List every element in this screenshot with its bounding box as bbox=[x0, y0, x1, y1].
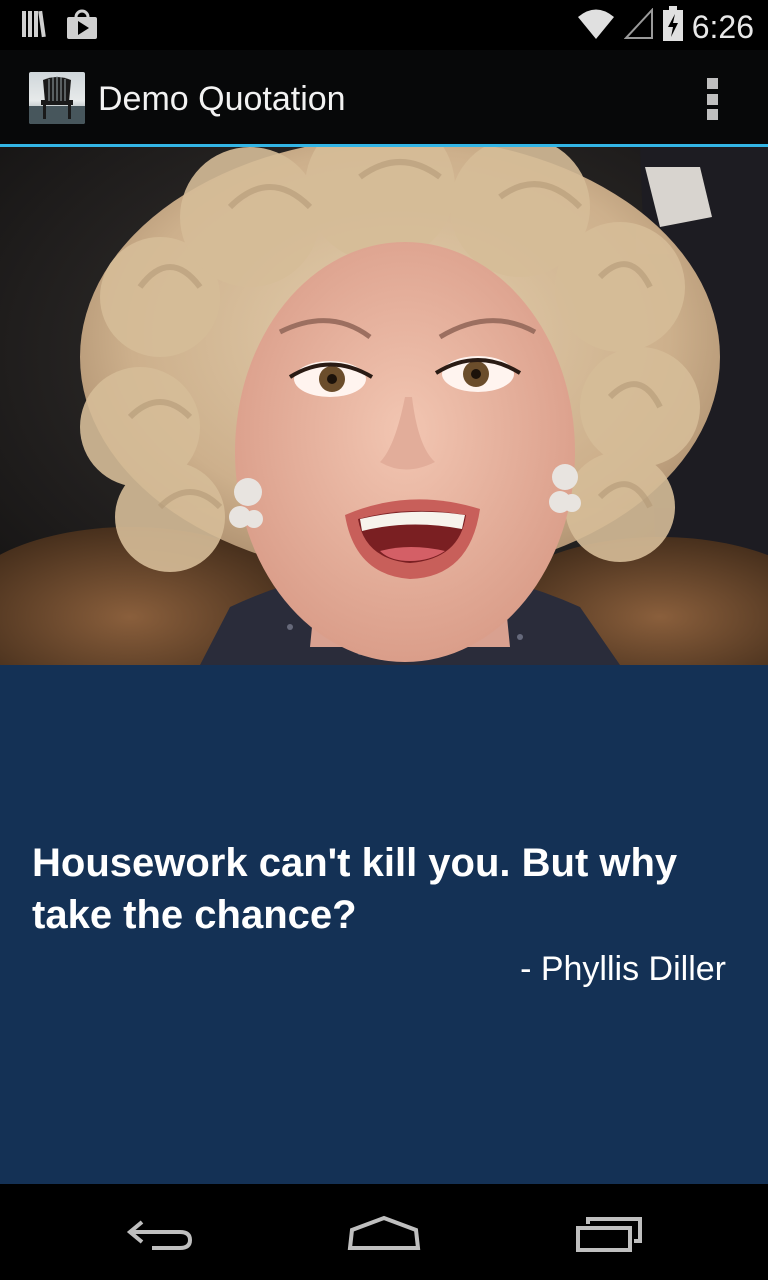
cell-signal-icon bbox=[623, 7, 654, 45]
status-bar: 6:26 bbox=[0, 0, 768, 50]
library-icon bbox=[22, 9, 48, 44]
quote-author-photo bbox=[0, 147, 768, 665]
app-title: Demo Quotation bbox=[98, 80, 346, 118]
quote-panel: Housework can't kill you. But why take t… bbox=[0, 665, 768, 1184]
navigation-bar bbox=[0, 1184, 768, 1280]
home-icon[interactable] bbox=[334, 1204, 434, 1264]
chair-icon[interactable] bbox=[29, 72, 85, 124]
status-clock: 6:26 bbox=[691, 8, 754, 45]
quote-text: Housework can't kill you. But why take t… bbox=[32, 841, 678, 937]
recents-icon[interactable] bbox=[560, 1204, 660, 1264]
quote-author: - Phyllis Diller bbox=[520, 950, 726, 988]
battery-charging-icon bbox=[662, 6, 684, 47]
play-store-icon bbox=[66, 9, 98, 44]
back-icon[interactable] bbox=[110, 1204, 210, 1264]
overflow-menu-icon[interactable] bbox=[694, 76, 730, 122]
wifi-icon bbox=[576, 8, 616, 45]
